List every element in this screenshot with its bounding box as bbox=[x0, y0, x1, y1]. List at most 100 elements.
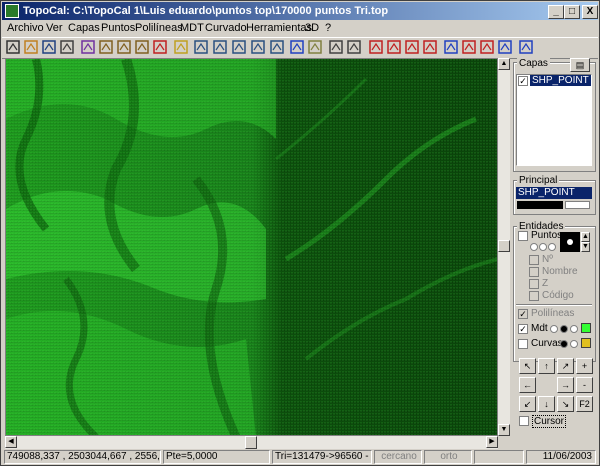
polilineas-checkbox[interactable]: ✓ bbox=[518, 309, 528, 319]
horizontal-scrollbar[interactable]: ◀ ▶ bbox=[5, 436, 498, 449]
layers-manager-button[interactable]: ▤ bbox=[570, 58, 590, 72]
nav-up-button[interactable]: ↑ bbox=[538, 358, 555, 374]
point-size-up-icon[interactable]: ▲ bbox=[581, 232, 590, 242]
capa-checkbox[interactable]: ✓ bbox=[518, 76, 528, 86]
curvas-checkbox[interactable] bbox=[518, 339, 528, 349]
star2-icon[interactable] bbox=[497, 39, 513, 55]
nav-down-button[interactable]: ↓ bbox=[538, 396, 555, 412]
stack-icon[interactable] bbox=[328, 39, 344, 55]
zoom-out-button[interactable]: - bbox=[576, 377, 593, 393]
arrow-icon[interactable] bbox=[404, 39, 420, 55]
menu-herramientas[interactable]: Herramientas bbox=[246, 22, 312, 34]
polyline-icon[interactable] bbox=[386, 39, 402, 55]
new-icon[interactable] bbox=[5, 39, 21, 55]
nav-up-left-button[interactable]: ↖ bbox=[519, 358, 536, 374]
rotate-icon[interactable] bbox=[518, 39, 534, 55]
puntos-radio-2[interactable] bbox=[539, 243, 547, 251]
principal-select[interactable]: SHP_POINT bbox=[516, 187, 592, 199]
capa-label: SHP_POINT bbox=[530, 75, 591, 86]
capas-list[interactable]: ✓ SHP_POINT bbox=[516, 74, 592, 166]
point-size-down-icon[interactable]: ▼ bbox=[581, 242, 590, 252]
distance-icon[interactable] bbox=[422, 39, 438, 55]
puntos-radio-1[interactable] bbox=[530, 243, 538, 251]
zoom-icon[interactable] bbox=[193, 39, 209, 55]
triangle-icon[interactable] bbox=[443, 39, 459, 55]
menu-puntos[interactable]: Puntos bbox=[101, 22, 135, 34]
point-icon[interactable] bbox=[368, 39, 384, 55]
zoom-in-icon[interactable] bbox=[212, 39, 228, 55]
minimize-button[interactable]: _ bbox=[548, 5, 564, 19]
codigo-label: Código bbox=[542, 290, 574, 301]
scroll-right-icon[interactable]: ▶ bbox=[486, 436, 498, 448]
map-canvas[interactable] bbox=[5, 58, 498, 436]
copy2-icon[interactable] bbox=[116, 39, 132, 55]
close-button[interactable]: X bbox=[582, 5, 598, 19]
network-icon[interactable] bbox=[289, 39, 305, 55]
zoom-window-icon[interactable] bbox=[250, 39, 266, 55]
z-checkbox[interactable] bbox=[529, 279, 539, 289]
status-date: 11/06/2003 bbox=[526, 450, 596, 464]
mdt-radio-2[interactable] bbox=[560, 325, 568, 333]
print-icon[interactable] bbox=[59, 39, 75, 55]
nav-left-button[interactable]: ← bbox=[519, 377, 536, 393]
scroll-up-icon[interactable]: ▲ bbox=[498, 58, 510, 70]
n-checkbox[interactable] bbox=[529, 255, 539, 265]
horizontal-scroll-thumb[interactable] bbox=[245, 436, 257, 449]
mdt-radio-3[interactable] bbox=[570, 325, 578, 333]
scroll-down-icon[interactable]: ▼ bbox=[498, 424, 510, 436]
maximize-button[interactable]: □ bbox=[564, 5, 580, 19]
profile-icon[interactable] bbox=[307, 39, 323, 55]
point-style-preview[interactable] bbox=[560, 232, 580, 252]
puntos-label: Puntos bbox=[531, 230, 563, 241]
paste-icon[interactable] bbox=[152, 39, 168, 55]
mdt-color-swatch[interactable] bbox=[581, 323, 591, 333]
vertical-scrollbar[interactable]: ▲ ▼ bbox=[498, 58, 510, 436]
puntos-radio-3[interactable] bbox=[548, 243, 556, 251]
menu-help[interactable]: ? bbox=[325, 22, 331, 34]
nav-up-right-button[interactable]: ↗ bbox=[557, 358, 574, 374]
menu-mdt[interactable]: MDT bbox=[180, 22, 204, 34]
copy3-icon[interactable] bbox=[134, 39, 150, 55]
menu-capas[interactable]: Capas bbox=[68, 22, 100, 34]
curvas-color-swatch[interactable] bbox=[581, 338, 591, 348]
vertical-scroll-thumb[interactable] bbox=[498, 240, 510, 252]
capa-item-shp-point[interactable]: ✓ SHP_POINT bbox=[517, 75, 591, 88]
puntos-checkbox[interactable] bbox=[518, 231, 528, 241]
codigo-checkbox[interactable] bbox=[529, 291, 539, 301]
status-orto[interactable]: orto bbox=[424, 450, 472, 464]
nav-down-right-button[interactable]: ↘ bbox=[557, 396, 574, 412]
menu-3d[interactable]: 3D bbox=[305, 22, 319, 34]
mesh-icon[interactable] bbox=[461, 39, 477, 55]
principal-color-swatch[interactable] bbox=[517, 201, 563, 209]
pan-icon[interactable] bbox=[173, 39, 189, 55]
menu-curvado[interactable]: Curvado bbox=[205, 22, 247, 34]
menu-archivo[interactable]: Archivo bbox=[7, 22, 44, 34]
nav-right-button[interactable]: → bbox=[557, 377, 574, 393]
copy-icon[interactable] bbox=[98, 39, 114, 55]
status-cercano[interactable]: cercano bbox=[374, 450, 422, 464]
nombre-checkbox[interactable] bbox=[529, 267, 539, 277]
curvas-radio-1[interactable] bbox=[560, 340, 568, 348]
principal-line-swatch[interactable] bbox=[565, 201, 590, 209]
layers2-icon[interactable] bbox=[346, 39, 362, 55]
status-pte: Pte=5,0000 bbox=[163, 450, 270, 464]
curvas-radio-2[interactable] bbox=[570, 340, 578, 348]
mdt-radio-1[interactable] bbox=[550, 325, 558, 333]
f2-button[interactable]: F2 bbox=[576, 396, 593, 412]
scroll-left-icon[interactable]: ◀ bbox=[5, 436, 17, 448]
cursor-checkbox[interactable] bbox=[519, 416, 529, 426]
toolbar bbox=[2, 37, 598, 59]
open-icon[interactable] bbox=[23, 39, 39, 55]
zoom-in-button[interactable]: + bbox=[576, 358, 593, 374]
star-icon[interactable] bbox=[479, 39, 495, 55]
mdt-checkbox[interactable]: ✓ bbox=[518, 324, 528, 334]
polilineas-label: Polilíneas bbox=[531, 308, 575, 319]
zoom-out-icon[interactable] bbox=[231, 39, 247, 55]
save-icon[interactable] bbox=[41, 39, 57, 55]
menu-ver[interactable]: Ver bbox=[46, 22, 63, 34]
status-empty bbox=[474, 450, 524, 464]
zoom-extents-icon[interactable] bbox=[269, 39, 285, 55]
nav-down-left-button[interactable]: ↙ bbox=[519, 396, 536, 412]
layers-icon[interactable] bbox=[80, 39, 96, 55]
menu-polilineas[interactable]: Polilíneas bbox=[135, 22, 183, 34]
